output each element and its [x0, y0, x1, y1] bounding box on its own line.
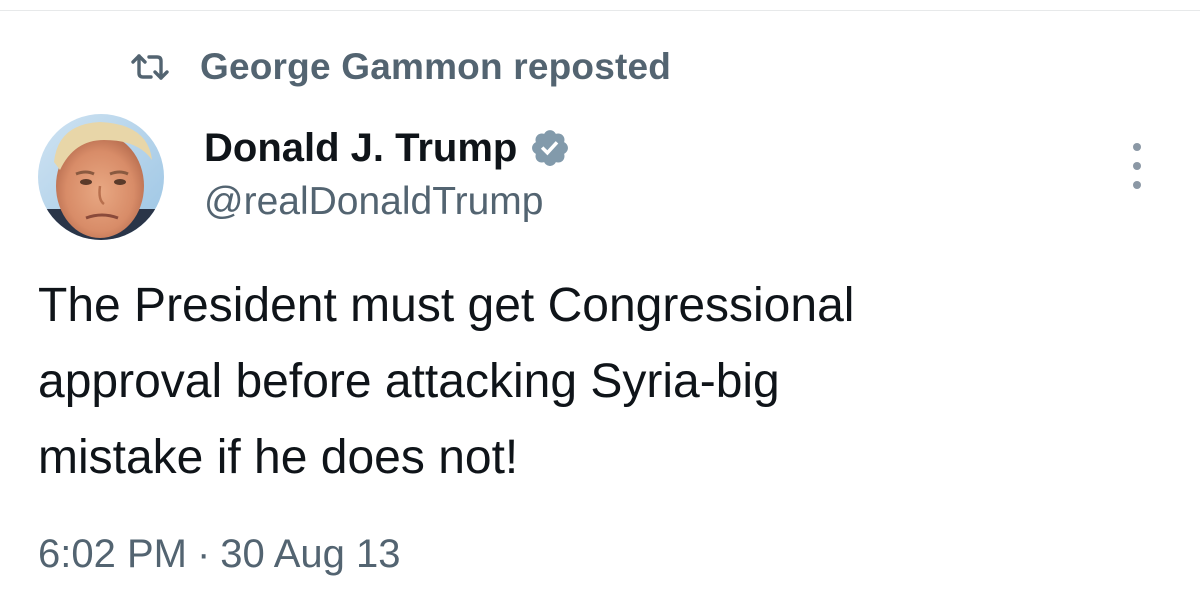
repost-label[interactable]: George Gammon reposted	[200, 46, 671, 88]
tweet-date[interactable]: 30 Aug 13	[220, 532, 400, 577]
tweet-time[interactable]: 6:02 PM	[38, 532, 187, 577]
top-divider	[0, 10, 1200, 11]
tweet-text: The President must get Congressional app…	[38, 268, 1158, 496]
more-options-button[interactable]	[1122, 143, 1152, 189]
repost-icon	[130, 52, 170, 82]
avatar[interactable]	[38, 114, 164, 240]
more-dot-icon	[1133, 143, 1141, 151]
more-dot-icon	[1133, 181, 1141, 189]
meta-separator: ·	[196, 532, 211, 576]
author-handle[interactable]: @realDonaldTrump	[204, 180, 543, 224]
verified-badge-icon[interactable]	[529, 127, 571, 169]
tweet-text-line: The President must get Congressional	[38, 279, 855, 332]
repost-context[interactable]: George Gammon reposted	[130, 44, 671, 90]
more-dot-icon	[1133, 162, 1141, 170]
tweet-text-line: mistake if he does not!	[38, 431, 519, 484]
author-row[interactable]: Donald J. Trump	[204, 124, 571, 172]
tweet-text-line: approval before attacking Syria-big	[38, 355, 780, 408]
tweet-timestamp[interactable]: 6:02 PM · 30 Aug 13	[38, 532, 400, 577]
author-display-name[interactable]: Donald J. Trump	[204, 126, 517, 171]
